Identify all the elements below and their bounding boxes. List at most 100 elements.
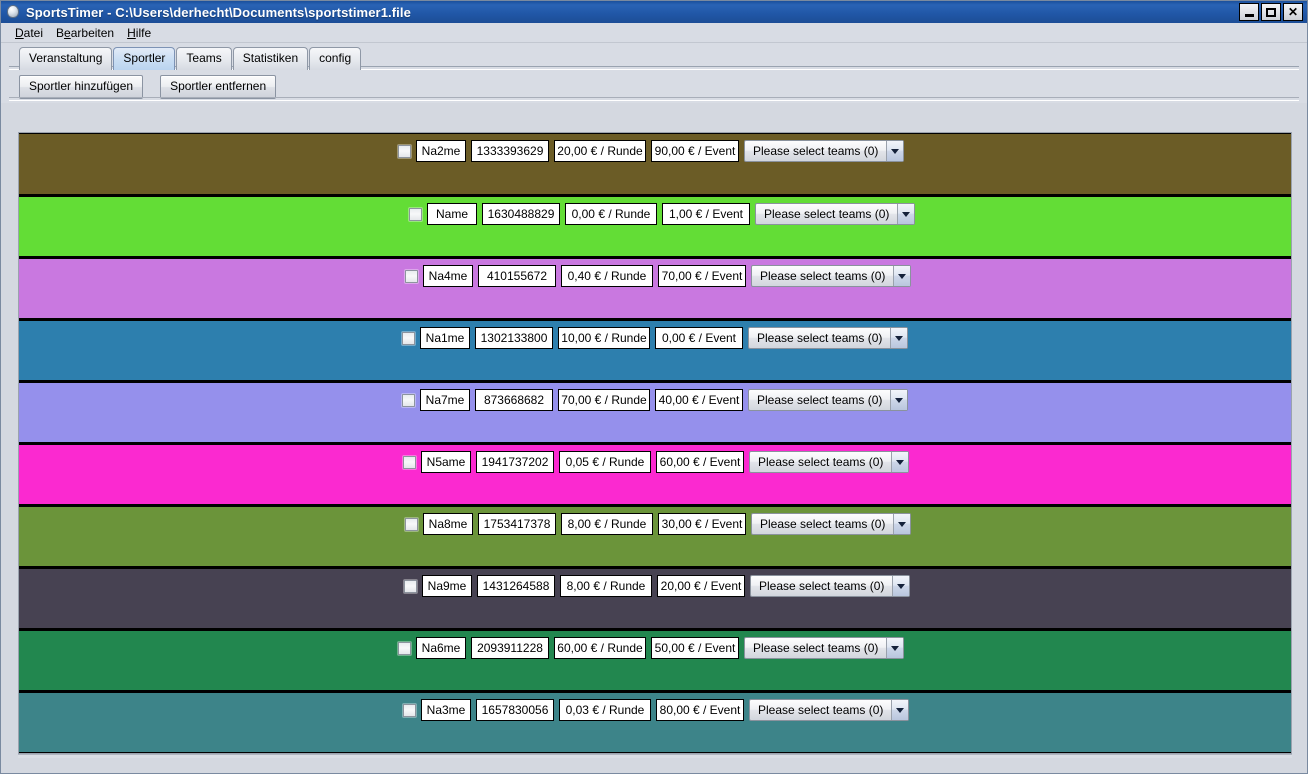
chevron-down-icon[interactable] bbox=[892, 576, 910, 596]
maximize-button[interactable] bbox=[1261, 3, 1281, 21]
athlete-teams-dropdown[interactable]: Please select teams (0) bbox=[744, 140, 905, 162]
athlete-name-field[interactable]: Na9me bbox=[422, 575, 472, 597]
athlete-select-checkbox[interactable] bbox=[405, 517, 418, 531]
athlete-select-checkbox[interactable] bbox=[409, 207, 422, 221]
application-window: SportsTimer - C:\Users\derhecht\Document… bbox=[0, 0, 1308, 774]
tab-veranstaltung[interactable]: Veranstaltung bbox=[19, 47, 113, 70]
chevron-down-icon[interactable] bbox=[891, 700, 909, 720]
athlete-event-field[interactable]: 90,00 € / Event bbox=[651, 140, 739, 162]
athlete-teams-dropdown[interactable]: Please select teams (0) bbox=[751, 513, 912, 535]
athlete-teams-dropdown[interactable]: Please select teams (0) bbox=[744, 637, 905, 659]
athlete-id-field[interactable]: 1941737202 bbox=[476, 451, 554, 473]
athlete-id-field[interactable]: 1630488829 bbox=[482, 203, 560, 225]
athlete-select-checkbox[interactable] bbox=[403, 703, 416, 717]
athlete-teams-dropdown-label: Please select teams (0) bbox=[764, 207, 890, 221]
athlete-name-field[interactable]: Na8me bbox=[423, 513, 473, 535]
athlete-row-controls: Na7me 873668682 70,00 € / Runde 40,00 € / E… bbox=[402, 387, 909, 413]
athlete-row: N5ame 1941737202 0,05 € / Runde 60,00 € / E… bbox=[19, 443, 1291, 505]
athlete-select-checkbox[interactable] bbox=[398, 641, 411, 655]
athlete-event-field[interactable]: 40,00 € / Event bbox=[655, 389, 743, 411]
title-bar: SportsTimer - C:\Users\derhecht\Document… bbox=[1, 1, 1307, 23]
athlete-teams-dropdown[interactable]: Please select teams (0) bbox=[748, 327, 909, 349]
athlete-teams-dropdown-label: Please select teams (0) bbox=[757, 393, 883, 407]
menu-item-bearbeiten[interactable]: Bearbeiten bbox=[50, 25, 121, 41]
athlete-rate-field[interactable]: 10,00 € / Runde bbox=[558, 327, 650, 349]
athlete-teams-dropdown[interactable]: Please select teams (0) bbox=[749, 451, 910, 473]
athlete-id-field[interactable]: 410155672 bbox=[478, 265, 556, 287]
athlete-name-field[interactable]: Na7me bbox=[420, 389, 470, 411]
toolbar: Sportler hinzufügen Sportler entfernen bbox=[1, 70, 1307, 103]
athlete-teams-dropdown[interactable]: Please select teams (0) bbox=[748, 389, 909, 411]
athlete-rate-field[interactable]: 60,00 € / Runde bbox=[554, 637, 646, 659]
athlete-event-field[interactable]: 30,00 € / Event bbox=[658, 513, 746, 535]
athlete-teams-dropdown[interactable]: Please select teams (0) bbox=[751, 265, 912, 287]
athlete-teams-dropdown[interactable]: Please select teams (0) bbox=[749, 699, 910, 721]
athlete-event-field[interactable]: 80,00 € / Event bbox=[656, 699, 744, 721]
athlete-select-checkbox[interactable] bbox=[404, 579, 417, 593]
chevron-down-icon[interactable] bbox=[897, 204, 915, 224]
athlete-name-field[interactable]: Name bbox=[427, 203, 477, 225]
close-button[interactable]: ✕ bbox=[1283, 3, 1303, 21]
chevron-down-icon[interactable] bbox=[886, 141, 904, 161]
window-title: SportsTimer - C:\Users\derhecht\Document… bbox=[26, 4, 411, 20]
scrollpane-bottom-trim bbox=[18, 754, 1292, 758]
athlete-teams-dropdown-label: Please select teams (0) bbox=[760, 517, 886, 531]
athlete-id-field[interactable]: 873668682 bbox=[475, 389, 553, 411]
athlete-event-field[interactable]: 1,00 € / Event bbox=[662, 203, 750, 225]
add-athlete-button[interactable]: Sportler hinzufügen bbox=[19, 74, 144, 99]
athlete-row: Na6me 2093911228 60,00 € / Runde 50,00 € / … bbox=[19, 629, 1291, 691]
athlete-name-field[interactable]: Na1me bbox=[420, 327, 470, 349]
athlete-event-field[interactable]: 0,00 € / Event bbox=[655, 327, 743, 349]
tab-sportler[interactable]: Sportler bbox=[113, 47, 176, 70]
athlete-teams-dropdown-label: Please select teams (0) bbox=[757, 331, 883, 345]
athlete-select-checkbox[interactable] bbox=[402, 393, 415, 407]
remove-athlete-button[interactable]: Sportler entfernen bbox=[160, 74, 277, 99]
athlete-name-field[interactable]: Na3me bbox=[421, 699, 471, 721]
athlete-teams-dropdown[interactable]: Please select teams (0) bbox=[755, 203, 916, 225]
athlete-name-field[interactable]: Na2me bbox=[416, 140, 466, 162]
athlete-event-field[interactable]: 50,00 € / Event bbox=[651, 637, 739, 659]
athlete-event-field[interactable]: 70,00 € / Event bbox=[658, 265, 746, 287]
athlete-id-field[interactable]: 2093911228 bbox=[471, 637, 549, 659]
athlete-id-field[interactable]: 1302133800 bbox=[475, 327, 553, 349]
athlete-event-field[interactable]: 20,00 € / Event bbox=[657, 575, 745, 597]
athlete-name-field[interactable]: Na6me bbox=[416, 637, 466, 659]
athlete-rate-field[interactable]: 8,00 € / Runde bbox=[561, 513, 653, 535]
athlete-name-field[interactable]: N5ame bbox=[421, 451, 471, 473]
athlete-id-field[interactable]: 1753417378 bbox=[478, 513, 556, 535]
athlete-select-checkbox[interactable] bbox=[403, 455, 416, 469]
athlete-row: Na4me 410155672 0,40 € / Runde 70,00 € / Ev… bbox=[19, 257, 1291, 319]
athlete-teams-dropdown[interactable]: Please select teams (0) bbox=[750, 575, 911, 597]
athlete-rate-field[interactable]: 70,00 € / Runde bbox=[558, 389, 650, 411]
athlete-select-checkbox[interactable] bbox=[398, 144, 411, 158]
athlete-rate-field[interactable]: 0,40 € / Runde bbox=[561, 265, 653, 287]
athlete-name-field[interactable]: Na4me bbox=[423, 265, 473, 287]
window-controls: ✕ bbox=[1239, 3, 1305, 21]
athlete-teams-dropdown-label: Please select teams (0) bbox=[758, 703, 884, 717]
athlete-rate-field[interactable]: 0,00 € / Runde bbox=[565, 203, 657, 225]
athlete-select-checkbox[interactable] bbox=[402, 331, 415, 345]
athlete-rate-field[interactable]: 0,03 € / Runde bbox=[559, 699, 651, 721]
tab-teams[interactable]: Teams bbox=[176, 47, 232, 70]
athlete-row-controls: N5ame 1941737202 0,05 € / Runde 60,00 € / E… bbox=[403, 449, 910, 475]
menu-item-datei[interactable]: Datei bbox=[9, 25, 50, 41]
athlete-id-field[interactable]: 1431264588 bbox=[477, 575, 555, 597]
minimize-button[interactable] bbox=[1239, 3, 1259, 21]
chevron-down-icon[interactable] bbox=[890, 390, 908, 410]
athlete-rate-field[interactable]: 0,05 € / Runde bbox=[559, 451, 651, 473]
athlete-select-checkbox[interactable] bbox=[405, 269, 418, 283]
tab-config[interactable]: config bbox=[309, 47, 362, 70]
athlete-event-field[interactable]: 60,00 € / Event bbox=[656, 451, 744, 473]
menu-item-hilfe[interactable]: Hilfe bbox=[121, 25, 158, 41]
chevron-down-icon[interactable] bbox=[886, 638, 904, 658]
chevron-down-icon[interactable] bbox=[891, 452, 909, 472]
athlete-row: Name 1630488829 0,00 € / Runde 1,00 € / Eve… bbox=[19, 195, 1291, 257]
chevron-down-icon[interactable] bbox=[893, 266, 911, 286]
athlete-rate-field[interactable]: 20,00 € / Runde bbox=[554, 140, 646, 162]
athlete-id-field[interactable]: 1333393629 bbox=[471, 140, 549, 162]
tab-statistiken[interactable]: Statistiken bbox=[232, 47, 309, 70]
athlete-id-field[interactable]: 1657830056 bbox=[476, 699, 554, 721]
chevron-down-icon[interactable] bbox=[893, 514, 911, 534]
athlete-rate-field[interactable]: 8,00 € / Runde bbox=[560, 575, 652, 597]
chevron-down-icon[interactable] bbox=[890, 328, 908, 348]
